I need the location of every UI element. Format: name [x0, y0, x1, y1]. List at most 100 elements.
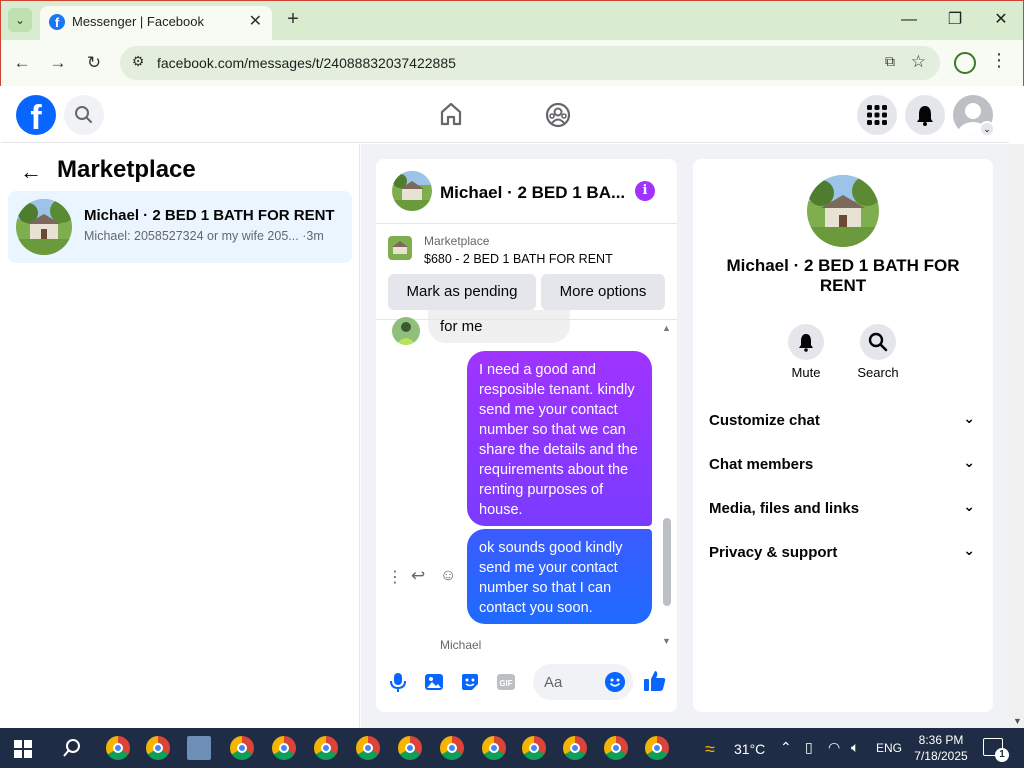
minimize-button[interactable]: — [894, 8, 924, 32]
like-thumbs-up-icon[interactable] [643, 669, 667, 693]
temperature[interactable]: 31°C [734, 741, 765, 757]
chrome-taskbar-icon[interactable] [314, 736, 338, 760]
chrome-taskbar-icon[interactable] [440, 736, 464, 760]
facebook-search-button[interactable] [64, 95, 104, 135]
site-info-icon[interactable]: ⚙ [128, 53, 148, 73]
chat-scrollbar-thumb[interactable] [663, 518, 671, 606]
scroll-down-arrow-icon[interactable]: ▼ [662, 636, 671, 646]
mute-button[interactable] [788, 324, 824, 360]
listing-profile-image[interactable] [807, 175, 879, 247]
message-more-icon[interactable]: ⋮ [387, 567, 403, 587]
chrome-taskbar-icon[interactable] [522, 736, 546, 760]
groups-icon[interactable] [544, 101, 572, 129]
microphone-icon[interactable] [388, 672, 408, 692]
details-name: Michael · 2 BED 1 BATH FOR RENT [726, 256, 960, 295]
language-indicator[interactable]: ENG [876, 741, 902, 755]
info-icon[interactable]: i [635, 181, 655, 201]
restore-button[interactable]: ❐ [940, 8, 970, 32]
photo-icon[interactable] [424, 672, 444, 692]
chrome-taskbar-icon[interactable] [563, 736, 587, 760]
outgoing-message-bubble: I need a good and resposible tenant. kin… [467, 351, 652, 526]
message-input-placeholder: Aa [544, 674, 563, 691]
wifi-icon[interactable]: ◠ [828, 739, 840, 756]
chevron-down-icon: ⌄ [963, 410, 975, 426]
tray-chevron-up-icon[interactable]: ⌃ [780, 739, 792, 756]
row-label: Media, files and links [709, 500, 860, 517]
chrome-taskbar-icon[interactable] [106, 736, 130, 760]
chrome-taskbar-icon[interactable] [146, 736, 170, 760]
chevron-down-icon: ⌄ [963, 498, 975, 514]
page-scrollbar[interactable]: ▼ [1009, 144, 1024, 728]
react-smiley-icon[interactable]: ☺ [440, 567, 456, 585]
privacy-support-row[interactable]: Privacy & support ⌄ [709, 542, 979, 561]
tab-close-icon[interactable]: ✕ [249, 11, 262, 31]
forward-arrow-icon[interactable]: → [46, 51, 70, 75]
device-icon[interactable]: ▯ [805, 739, 813, 756]
search-icon [75, 106, 92, 123]
chrome-taskbar-icon[interactable] [356, 736, 380, 760]
row-label: Customize chat [709, 412, 820, 429]
system-clock[interactable]: 8:36 PM 7/18/2025 [906, 732, 976, 764]
gif-icon[interactable]: GIF [496, 672, 516, 692]
taskbar-search-icon[interactable] [62, 738, 82, 758]
listing-title[interactable]: $680 - 2 BED 1 BATH FOR RENT [424, 252, 613, 266]
windows-start-icon[interactable] [14, 740, 32, 758]
chrome-taskbar-icon[interactable] [230, 736, 254, 760]
chat-header-thumbnail[interactable] [392, 171, 432, 211]
tab-title: Messenger | Facebook [72, 14, 204, 29]
seen-by-label: Michael [440, 638, 482, 652]
weather-icon[interactable]: ≈ [705, 739, 715, 760]
listing-small-thumbnail [388, 236, 412, 260]
mark-as-pending-button[interactable]: Mark as pending [388, 274, 536, 310]
search-in-chat-button[interactable] [860, 324, 896, 360]
conversation-name: Michael · 2 BED 1 BATH FOR RENT [84, 207, 335, 224]
more-options-button[interactable]: More options [541, 274, 665, 310]
svg-text:GIF: GIF [499, 679, 512, 688]
chrome-taskbar-icon[interactable] [645, 736, 669, 760]
media-files-links-row[interactable]: Media, files and links ⌄ [709, 498, 979, 517]
install-app-icon[interactable]: ⧉ [885, 53, 895, 70]
chat-header-name[interactable]: Michael · 2 BED 1 BA... [440, 183, 625, 203]
chrome-taskbar-icon[interactable] [272, 736, 296, 760]
menu-grid-button[interactable] [857, 95, 897, 135]
chat-members-row[interactable]: Chat members ⌄ [709, 454, 979, 473]
reply-icon[interactable]: ↩ [411, 566, 425, 586]
mute-label: Mute [791, 365, 821, 380]
sticker-icon[interactable] [460, 672, 480, 692]
chevron-down-icon: ⌄ [963, 454, 975, 470]
tab-search-chevron-icon[interactable]: ⌄ [8, 8, 32, 32]
volume-icon[interactable]: 🔈︎ [851, 739, 859, 756]
bookmark-star-icon[interactable]: ☆ [911, 52, 926, 72]
scroll-down-arrow-icon[interactable]: ▼ [1013, 716, 1022, 726]
image-viewer-taskbar-icon[interactable] [187, 736, 211, 760]
listing-thumbnail [16, 199, 72, 255]
chrome-taskbar-icon-active[interactable] [604, 736, 628, 760]
emoji-icon[interactable] [605, 672, 625, 692]
row-label: Chat members [709, 456, 814, 473]
browser-menu-icon[interactable]: ⋮ [990, 50, 1008, 71]
chrome-taskbar-icon[interactable] [398, 736, 422, 760]
back-arrow-icon[interactable]: ← [10, 51, 34, 75]
notifications-button[interactable] [905, 95, 945, 135]
outgoing-message-bubble: ok sounds good kindly send me your conta… [467, 529, 652, 624]
account-chevron-icon[interactable]: ⌄ [979, 121, 995, 137]
window-close-button[interactable]: ✕ [986, 8, 1016, 32]
scroll-up-arrow-icon[interactable]: ▲ [662, 323, 671, 333]
new-tab-button[interactable]: + [282, 8, 304, 30]
facebook-logo-icon[interactable]: f [16, 95, 56, 135]
clock-date: 7/18/2025 [914, 749, 968, 763]
facebook-favicon-icon: f [49, 14, 65, 30]
search-icon [868, 332, 888, 352]
home-icon[interactable] [438, 101, 464, 127]
browser-profile-icon[interactable] [954, 52, 976, 74]
bell-icon [799, 334, 813, 352]
customize-chat-row[interactable]: Customize chat ⌄ [709, 410, 979, 429]
url-text: facebook.com/messages/t/2408883203742288… [157, 55, 456, 71]
address-bar[interactable]: ⚙ facebook.com/messages/t/24088832037422… [120, 46, 940, 80]
reload-icon[interactable]: ↻ [82, 51, 106, 75]
browser-tab[interactable]: f Messenger | Facebook ✕ [40, 6, 272, 40]
chrome-taskbar-icon[interactable] [482, 736, 506, 760]
bell-icon [917, 106, 933, 126]
preview-time: ·3m [302, 229, 324, 243]
back-arrow-icon[interactable]: ← [20, 159, 42, 185]
